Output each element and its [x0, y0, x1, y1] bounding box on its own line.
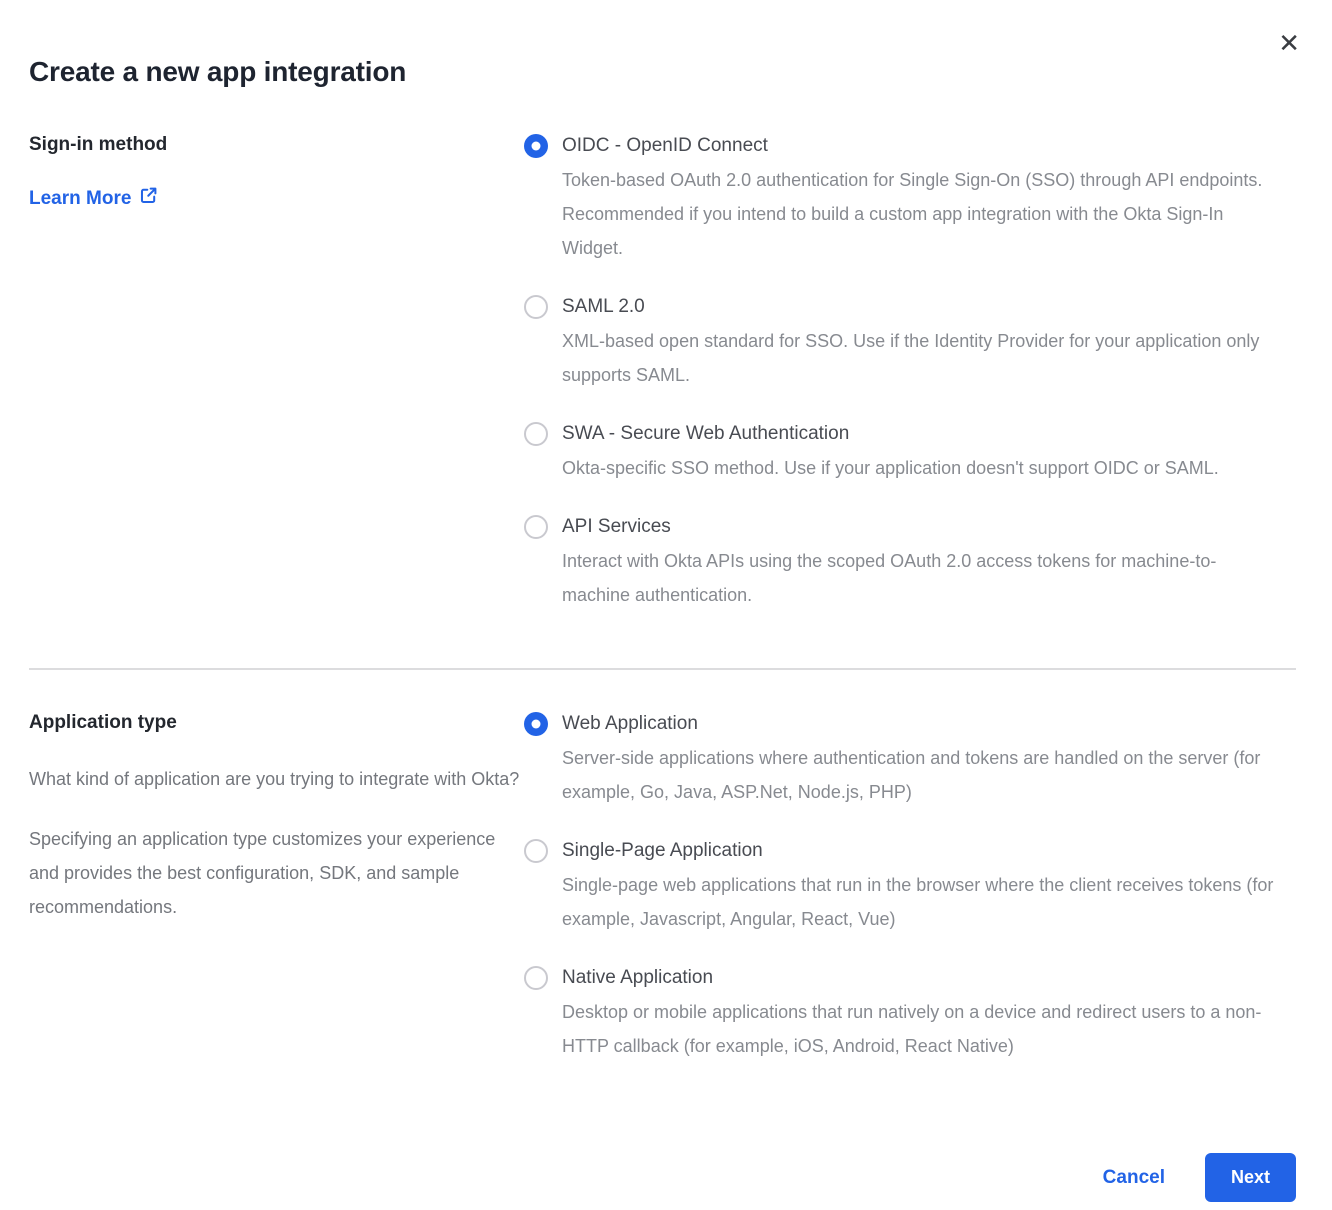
next-button[interactable]: Next	[1205, 1153, 1296, 1202]
learn-more-label: Learn More	[29, 188, 131, 210]
radio-option-label: OIDC - OpenID Connect	[562, 134, 1277, 158]
application-type-help-text: Specifying an application type customize…	[29, 822, 524, 924]
cancel-button[interactable]: Cancel	[1103, 1167, 1165, 1189]
radio-saml[interactable]	[524, 295, 548, 319]
radio-option-description: XML-based open standard for SSO. Use if …	[562, 324, 1277, 392]
radio-option-label: Single-Page Application	[562, 839, 1277, 863]
radio-option-api-services[interactable]: API Services Interact with Okta APIs usi…	[524, 515, 1296, 612]
signin-method-label: Sign-in method	[29, 134, 524, 156]
radio-option-label: Native Application	[562, 966, 1277, 990]
radio-oidc[interactable]	[524, 134, 548, 158]
radio-option-label: SWA - Secure Web Authentication	[562, 422, 1219, 446]
application-type-section: Application type What kind of applicatio…	[29, 670, 1296, 1093]
signin-method-section: Sign-in method Learn More OIDC - OpenID …	[29, 134, 1296, 642]
radio-option-description: Token-based OAuth 2.0 authentication for…	[562, 163, 1277, 265]
radio-option-description: Single-page web applications that run in…	[562, 868, 1277, 936]
radio-option-single-page-application[interactable]: Single-Page Application Single-page web …	[524, 839, 1296, 936]
dialog-footer: Cancel Next	[29, 1153, 1296, 1202]
radio-option-web-application[interactable]: Web Application Server-side applications…	[524, 712, 1296, 809]
radio-option-description: Server-side applications where authentic…	[562, 741, 1277, 809]
radio-option-description: Okta-specific SSO method. Use if your ap…	[562, 451, 1219, 485]
application-type-label: Application type	[29, 712, 524, 734]
application-type-question: What kind of application are you trying …	[29, 762, 524, 796]
create-app-integration-dialog: ✕ Create a new app integration Sign-in m…	[0, 0, 1332, 1210]
page-title: Create a new app integration	[29, 56, 1296, 88]
external-link-icon	[139, 186, 158, 211]
radio-option-label: API Services	[562, 515, 1277, 539]
radio-native-application[interactable]	[524, 966, 548, 990]
radio-option-label: SAML 2.0	[562, 295, 1277, 319]
radio-option-oidc[interactable]: OIDC - OpenID Connect Token-based OAuth …	[524, 134, 1296, 265]
close-button[interactable]: ✕	[1278, 30, 1300, 56]
radio-single-page-application[interactable]	[524, 839, 548, 863]
learn-more-link[interactable]: Learn More	[29, 186, 158, 211]
radio-option-swa[interactable]: SWA - Secure Web Authentication Okta-spe…	[524, 422, 1296, 485]
radio-option-description: Desktop or mobile applications that run …	[562, 995, 1277, 1063]
radio-option-label: Web Application	[562, 712, 1277, 736]
radio-option-description: Interact with Okta APIs using the scoped…	[562, 544, 1277, 612]
close-icon: ✕	[1278, 28, 1300, 58]
radio-web-application[interactable]	[524, 712, 548, 736]
radio-api-services[interactable]	[524, 515, 548, 539]
radio-option-saml[interactable]: SAML 2.0 XML-based open standard for SSO…	[524, 295, 1296, 392]
radio-option-native-application[interactable]: Native Application Desktop or mobile app…	[524, 966, 1296, 1063]
radio-swa[interactable]	[524, 422, 548, 446]
